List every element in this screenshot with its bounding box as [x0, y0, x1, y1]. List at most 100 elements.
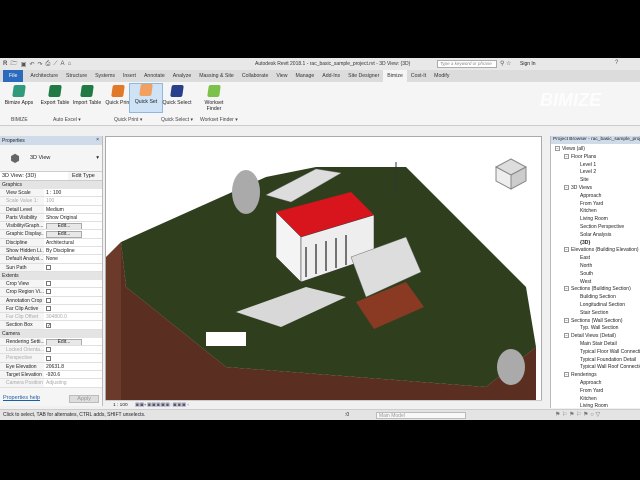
tab-analyze[interactable]: Analyze	[169, 70, 195, 82]
browser-item[interactable]: −3D Views	[551, 184, 640, 193]
browser-item[interactable]: Living Room	[551, 216, 640, 224]
browser-item[interactable]: − Elevations (Building Elevation)	[551, 247, 640, 255]
browser-item[interactable]: {3D}	[551, 240, 640, 248]
browser-item[interactable]: Living Room	[551, 403, 640, 408]
collapse-icon[interactable]: −	[564, 247, 569, 253]
properties-help-link[interactable]: Properties help	[3, 395, 40, 403]
browser-item[interactable]: − Floor Plans	[551, 153, 640, 162]
panel-label[interactable]: BIMIZE	[11, 117, 28, 123]
browser-item[interactable]: Kitchen	[551, 208, 640, 216]
browser-item[interactable]: Section Perspective	[551, 224, 640, 232]
quick-set-button[interactable]: Quick Set	[129, 83, 163, 113]
checkbox[interactable]	[46, 297, 51, 303]
property-value[interactable]	[44, 354, 102, 362]
collapse-icon[interactable]: −	[555, 146, 560, 151]
3d-viewport[interactable]	[105, 136, 542, 409]
browser-item[interactable]: West	[551, 279, 640, 287]
checkbox[interactable]	[46, 355, 51, 361]
export-table-button[interactable]: Export Table	[38, 85, 72, 106]
property-value[interactable]: Adjusting	[44, 379, 102, 387]
browser-item[interactable]: Level 2	[551, 169, 640, 177]
group-extents[interactable]: Extents	[0, 271, 102, 280]
tab-annotate[interactable]: Annotate	[140, 70, 169, 82]
close-icon[interactable]: ×	[96, 137, 99, 143]
browser-item[interactable]: Site	[551, 177, 640, 185]
browser-item[interactable]: From Yard	[551, 388, 640, 396]
browser-item[interactable]: Main Stair Detail	[551, 341, 640, 349]
help-icon[interactable]: ?	[615, 60, 618, 66]
browser-item[interactable]: North	[551, 263, 640, 271]
property-value[interactable]	[44, 263, 102, 271]
browser-item[interactable]: Typical Wall Roof Connection	[551, 364, 640, 372]
print-icon[interactable]: ⎙	[46, 61, 51, 68]
viewcube-icon[interactable]	[494, 158, 528, 190]
import-table-button[interactable]: Import Table	[70, 85, 104, 106]
edit-type-button[interactable]: Edit Type	[68, 173, 95, 179]
tab-manage[interactable]: Manage	[292, 70, 319, 82]
save-icon[interactable]: ▣	[21, 61, 27, 68]
view-control-icons[interactable]: ▣▣◐▣▣▣▣▣◌▣▣▣ ‹	[135, 403, 189, 408]
browser-item[interactable]: Longitudinal Section	[551, 302, 640, 310]
tab-massing-site[interactable]: Massing & Site	[195, 70, 238, 82]
property-value[interactable]: Edit...	[44, 222, 102, 230]
browser-item[interactable]: − Sections (Building Section)	[551, 286, 640, 294]
checkbox[interactable]	[46, 281, 51, 287]
property-value[interactable]: Edit...	[44, 337, 102, 346]
property-value[interactable]	[44, 346, 102, 354]
tab-systems[interactable]: Systems	[91, 70, 119, 82]
panel-label[interactable]: Auto Excel ▾	[53, 117, 81, 123]
panel-label[interactable]: Quick Select ▾	[161, 117, 193, 123]
panel-label[interactable]: Workset Finder ▾	[200, 117, 238, 123]
collapse-icon[interactable]: −	[564, 372, 569, 378]
property-value[interactable]	[44, 279, 102, 288]
tab-site-designer[interactable]: Site Designer	[344, 70, 383, 82]
browser-item[interactable]: Stair Section	[551, 310, 640, 318]
view-scale[interactable]: 1 : 100	[113, 403, 128, 408]
property-value[interactable]: Edit...	[44, 230, 102, 238]
chevron-down-icon[interactable]: ▾	[96, 155, 99, 161]
browser-item[interactable]: From Yard	[551, 201, 640, 209]
tab-bimize[interactable]: Bimize	[383, 70, 407, 82]
tab-view[interactable]: View	[272, 70, 291, 82]
property-value[interactable]	[44, 304, 102, 313]
browser-item[interactable]: South	[551, 271, 640, 279]
tab-file[interactable]: File	[3, 70, 24, 82]
tab-modify[interactable]: Modify	[430, 70, 453, 82]
browser-item[interactable]: − Sections (Wall Section)	[551, 317, 640, 326]
browser-item[interactable]: East	[551, 255, 640, 263]
collapse-icon[interactable]: −	[564, 286, 569, 292]
tab-insert[interactable]: Insert	[119, 70, 140, 82]
collapse-icon[interactable]: −	[564, 184, 569, 190]
checkbox[interactable]	[46, 347, 51, 353]
browser-item[interactable]: Approach	[551, 193, 640, 201]
tab-structure[interactable]: Structure	[62, 70, 91, 82]
property-value[interactable]: 304800.0	[44, 313, 102, 321]
property-value[interactable]: Medium	[44, 205, 102, 213]
edit-button[interactable]: Edit...	[46, 223, 82, 230]
redo-icon[interactable]: ↷	[38, 61, 43, 68]
property-value[interactable]: 20631.8	[44, 362, 102, 370]
instance-selector[interactable]: 3D View: {3D}	[0, 172, 68, 180]
tab-collaborate[interactable]: Collaborate	[238, 70, 273, 82]
quick-select-button[interactable]: Quick Select	[160, 85, 194, 106]
group-camera[interactable]: Camera	[0, 329, 102, 338]
checkbox[interactable]	[46, 289, 51, 295]
browser-item[interactable]: − Detail Views (Detail)	[551, 333, 640, 341]
workset-finder-button[interactable]: Workset Finder	[197, 85, 231, 112]
search-input[interactable]: Type a keyword or phrase	[437, 60, 497, 68]
tab-add-ins[interactable]: Add-Ins	[318, 70, 344, 82]
property-value[interactable]: ✓	[44, 321, 102, 329]
property-value[interactable]: 100	[44, 197, 102, 205]
browser-item[interactable]: Solar Analysis	[551, 232, 640, 240]
property-value[interactable]: By Discipline	[44, 247, 102, 255]
edit-button[interactable]: Edit...	[46, 231, 82, 238]
infocenter-icons[interactable]: ⚲ ☆	[500, 60, 511, 67]
property-value[interactable]: None	[44, 255, 102, 263]
checkbox[interactable]: ✓	[46, 322, 51, 328]
model-selector[interactable]: Main Model	[376, 412, 466, 419]
browser-item[interactable]: Building Section	[551, 294, 640, 302]
selection-filter-icons[interactable]: ⚑ ⚐ ⚑ ⚐ ⚑ ○ ▽	[555, 410, 600, 421]
property-value[interactable]: Architectural	[44, 238, 102, 247]
collapse-icon[interactable]: −	[564, 333, 569, 339]
tab-architecture[interactable]: Architecture	[26, 70, 62, 82]
